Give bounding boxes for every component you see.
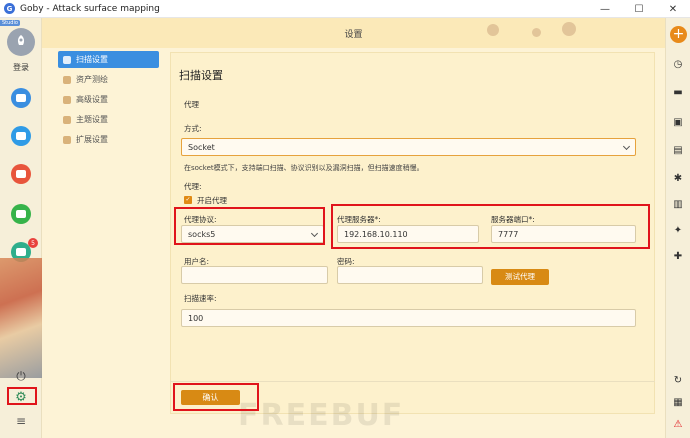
proxy-label: 代理: xyxy=(184,182,202,191)
enable-proxy-label: 开启代理 xyxy=(197,196,227,205)
scan-speed-value: 100 xyxy=(188,313,204,323)
nav-item-label: 高级设置 xyxy=(76,95,108,104)
settings-side-nav: 扫描设置 资产测绘 高级设置 主题设置 扩展设置 xyxy=(55,48,161,438)
watermark: FREEBUF xyxy=(238,398,405,433)
maximize-button[interactable]: ☐ xyxy=(622,0,656,18)
vuln-icon xyxy=(16,170,26,178)
scan-icon xyxy=(16,94,26,102)
footer-divider xyxy=(170,381,655,382)
refresh-icon[interactable]: ↻ xyxy=(671,374,685,388)
warning-icon[interactable]: ⚠ xyxy=(671,418,685,432)
window-title: Goby - Attack surface mapping xyxy=(20,3,160,14)
theme-settings-icon xyxy=(63,115,71,124)
test-proxy-button[interactable]: 测试代理 xyxy=(491,269,549,285)
chart-icon xyxy=(16,210,26,218)
password-input[interactable] xyxy=(337,266,483,284)
left-rail: Studio 登录 5 ⏻ ⚙ ≡ xyxy=(0,18,42,438)
highlight-box-protocol xyxy=(174,207,325,245)
enable-proxy-checkbox[interactable]: ✓ xyxy=(184,196,192,204)
book-icon[interactable]: ▣ xyxy=(671,116,685,130)
avatar[interactable] xyxy=(7,28,35,56)
chat-icon xyxy=(16,248,26,256)
asset-mapping-icon xyxy=(63,75,71,84)
document-icon[interactable]: ▤ xyxy=(671,144,685,158)
scan-nav-button[interactable] xyxy=(11,88,31,108)
window-controls: — ☐ ✕ xyxy=(588,0,690,18)
nav-item-label: 扫描设置 xyxy=(76,55,108,64)
nav-item-label: 主题设置 xyxy=(76,115,108,124)
advanced-settings-icon xyxy=(63,95,71,104)
list-icon xyxy=(16,132,26,140)
vuln-nav-button[interactable] xyxy=(11,164,31,184)
minimize-button[interactable]: — xyxy=(588,0,622,18)
bug-icon[interactable]: ✱ xyxy=(671,172,685,186)
close-button[interactable]: ✕ xyxy=(656,0,690,18)
window-titlebar: G Goby - Attack surface mapping — ☐ ✕ xyxy=(0,0,690,18)
rocket-icon xyxy=(17,35,25,45)
mode-select-value: Socket xyxy=(188,142,215,152)
nav-item-advanced-settings[interactable]: 高级设置 xyxy=(58,91,159,108)
goby-logo-icon: G xyxy=(4,3,15,14)
proxy-section-heading: 代理 xyxy=(184,100,199,109)
power-icon[interactable]: ⏻ xyxy=(14,369,28,383)
mode-hint: 在socket模式下，支持端口扫描、协议识别以及漏洞扫描，但扫描速度稍慢。 xyxy=(184,164,424,172)
nav-item-theme-settings[interactable]: 主题设置 xyxy=(58,111,159,128)
speed-label: 扫描速率: xyxy=(184,294,217,303)
highlight-box-settings xyxy=(7,387,37,405)
decorative-artwork xyxy=(0,258,42,378)
asset-nav-button[interactable] xyxy=(11,126,31,146)
settings-header: 设置 xyxy=(42,18,665,48)
highlight-box-server-port xyxy=(331,204,650,249)
menu-icon[interactable]: ≡ xyxy=(14,414,28,428)
right-rail: + ◷ ▬ ▣ ▤ ✱ ▥ ✦ ✚ ↻ ▦ ⚠ xyxy=(665,18,690,438)
nav-item-extension-settings[interactable]: 扩展设置 xyxy=(58,131,159,148)
add-task-button[interactable]: + xyxy=(670,26,687,43)
notes-icon[interactable]: ▦ xyxy=(671,396,685,410)
clock-icon[interactable]: ◷ xyxy=(671,58,685,72)
mode-select[interactable]: Socket xyxy=(181,138,636,156)
monitor-icon[interactable]: ▬ xyxy=(671,86,685,100)
extension-icon[interactable]: ✚ xyxy=(671,250,685,264)
nav-item-asset-mapping[interactable]: 资产测绘 xyxy=(58,71,159,88)
username-input[interactable] xyxy=(181,266,328,284)
mode-label: 方式: xyxy=(184,124,202,133)
bar-chart-icon[interactable]: ▥ xyxy=(671,198,685,212)
panel-title: 扫描设置 xyxy=(179,69,223,82)
highlight-box-confirm xyxy=(173,383,259,411)
extension-settings-icon xyxy=(63,135,71,144)
studio-tag: Studio xyxy=(0,20,20,26)
scan-speed-input[interactable]: 100 xyxy=(181,309,636,327)
login-link[interactable]: 登录 xyxy=(0,62,42,73)
nav-item-scan-settings[interactable]: 扫描设置 xyxy=(58,51,159,68)
page-title: 设置 xyxy=(344,30,363,40)
notification-badge: 5 xyxy=(28,238,38,248)
nav-item-label: 扩展设置 xyxy=(76,135,108,144)
nav-item-label: 资产测绘 xyxy=(76,75,108,84)
puzzle-icon[interactable]: ✦ xyxy=(671,224,685,238)
scan-settings-icon xyxy=(63,55,71,64)
report-nav-button[interactable] xyxy=(11,204,31,224)
